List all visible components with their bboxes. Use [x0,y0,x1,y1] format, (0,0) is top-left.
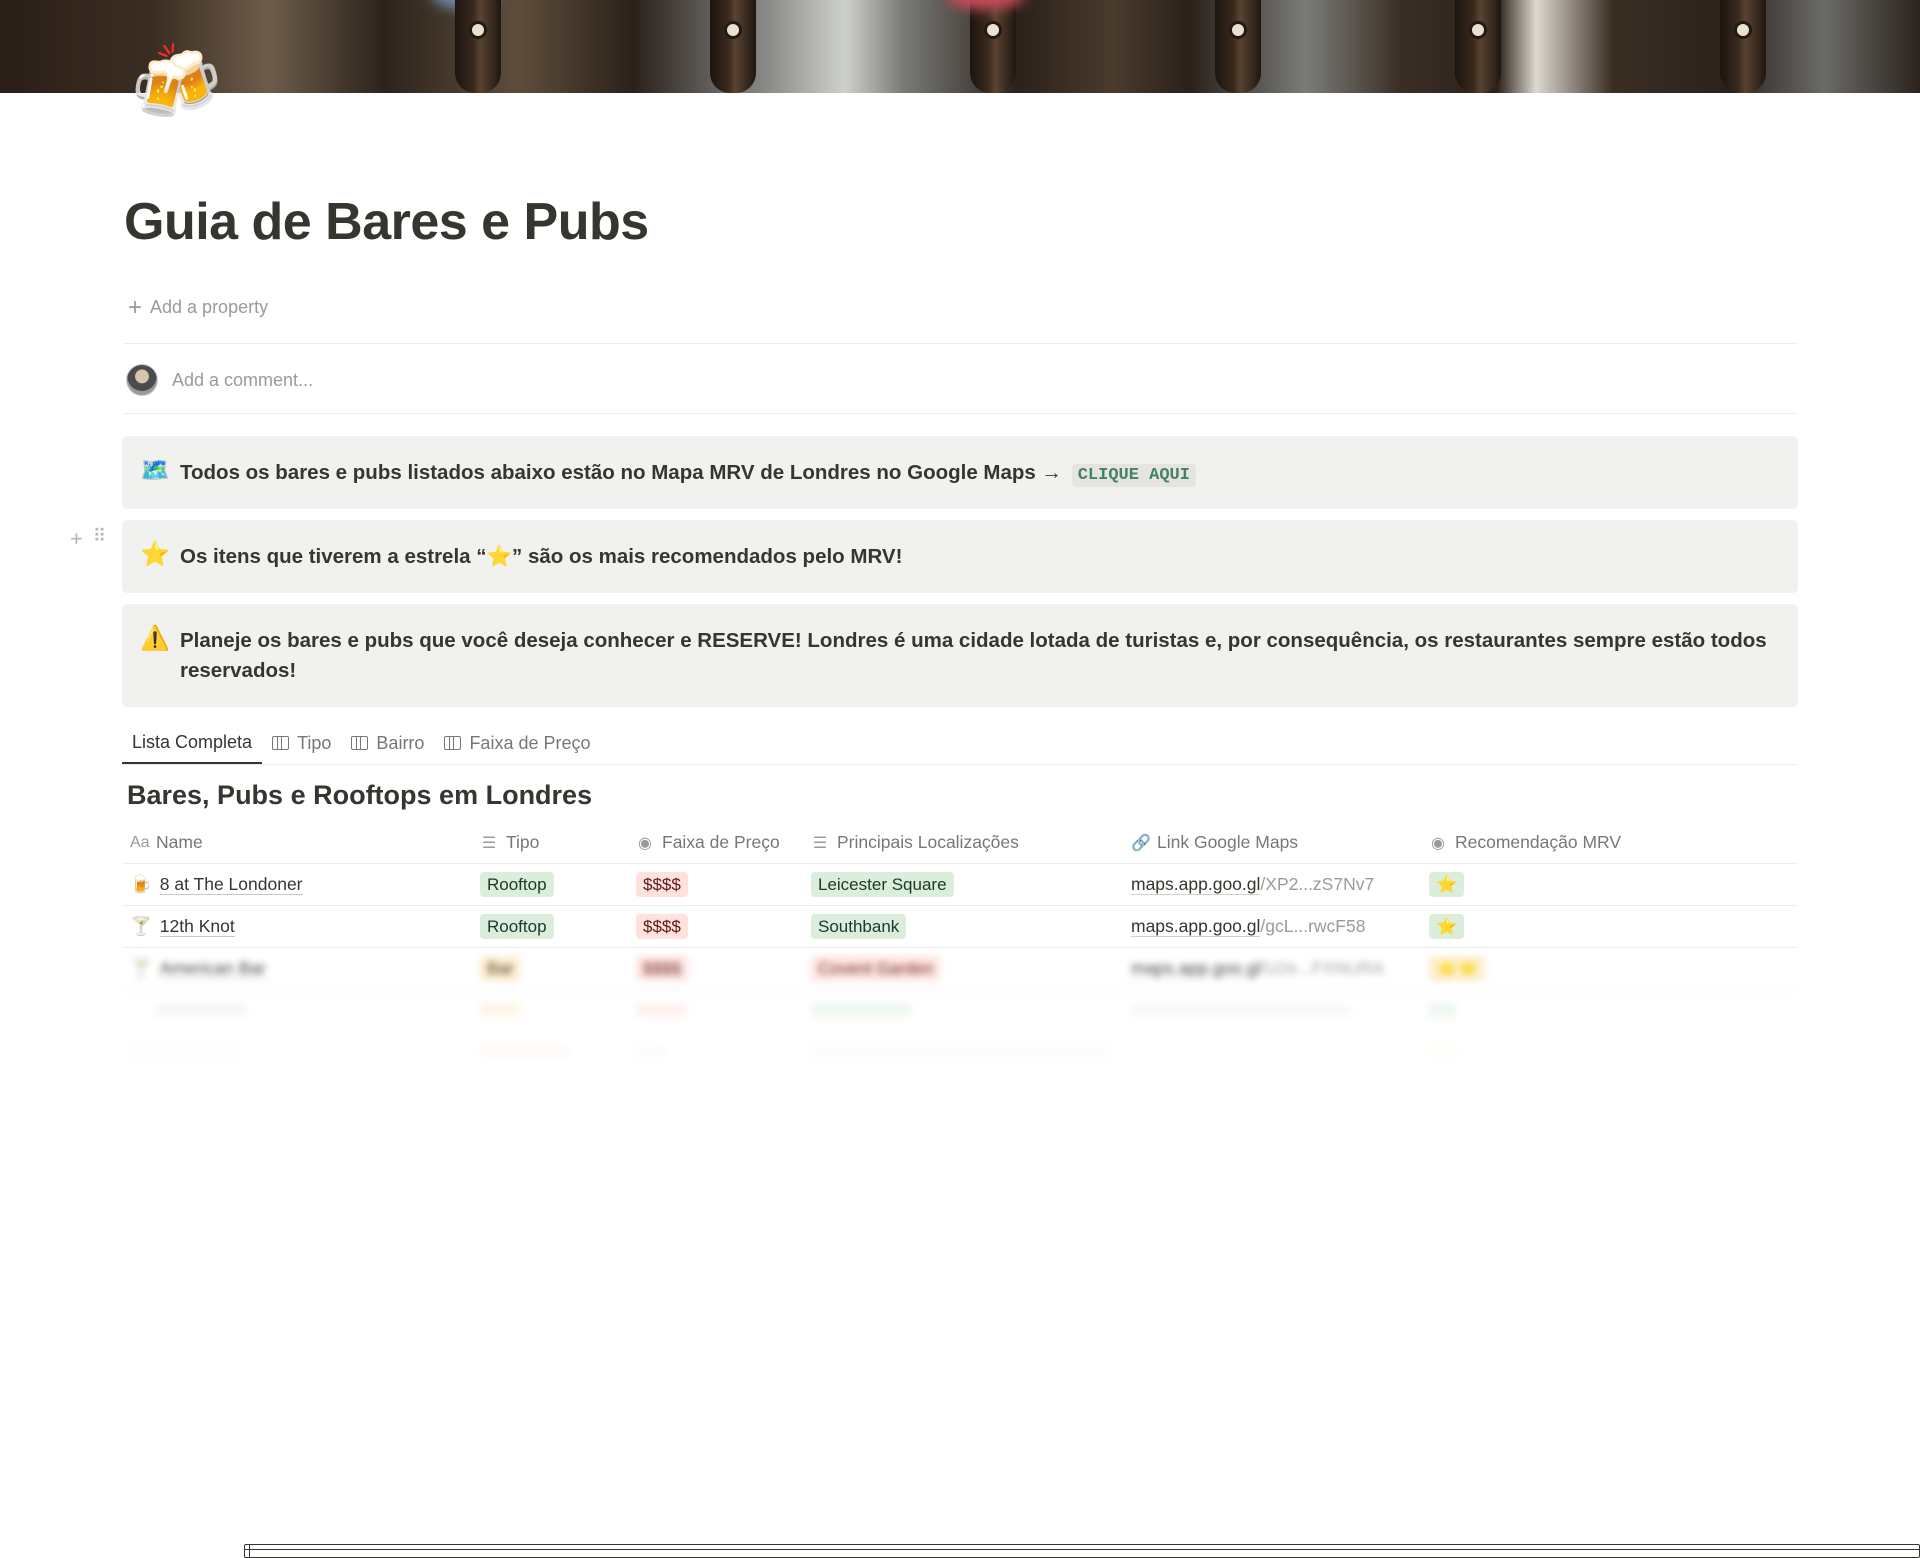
block-handles[interactable]: + ⠿ [70,526,106,552]
column-label: Principais Localizações [837,832,1019,852]
link-path: /gcL...rwcF58 [1260,916,1366,936]
callout-map-text: Todos os bares e pubs listados abaixo es… [180,461,1063,484]
map-icon: 🗺️ [140,457,170,484]
callout-map[interactable]: 🗺️ Todos os bares e pubs listados abaixo… [122,436,1798,509]
tipo-tag: Bar [480,956,521,981]
comment-bar[interactable]: Add a comment... [126,364,313,396]
preco-tag: $$$$ [636,956,688,981]
tab-label: Faixa de Preço [469,732,591,753]
callout-text: Todos os bares e pubs listados abaixo es… [180,458,1196,491]
star-icon: ⭐ [140,541,170,568]
tab-label: Bairro [376,732,425,753]
page-icon[interactable]: 🍻 [130,46,222,120]
bottom-fade [0,980,1920,1080]
column-header-tipo[interactable]: ☰ Tipo [472,822,628,863]
row-name[interactable]: 12th Knot [159,916,235,937]
maps-link[interactable]: maps.app.goo.gl/XP2...zS7Nv7 [1123,864,1421,905]
cocktail-icon: 🍸 [130,916,152,936]
page-cover-image [0,0,1920,93]
add-property-label: Add a property [150,297,269,317]
cocktail-icon: 🍸 [130,958,152,978]
board-icon [444,736,462,750]
location-tag: Southbank [811,914,907,939]
table-header: Aa Name ☰ Tipo ◉ Faixa de Preço ☰ Principais… [122,822,1798,864]
text-property-icon: Aa [130,833,150,851]
cover-tap [1455,0,1501,93]
comment-input[interactable]: Add a comment... [172,370,313,391]
tipo-tag: Rooftop [480,914,554,939]
table-row[interactable]: 🍸 12th Knot Rooftop $$$$ Southbank maps.a… [122,906,1798,948]
warning-icon: ⚠️ [140,625,170,652]
cover-tap [1720,0,1766,93]
select-icon: ◉ [638,834,652,852]
maps-link[interactable]: maps.app.goo.gl/gcL...rwcF58 [1123,906,1421,947]
row-name[interactable]: 8 at The Londoner [159,874,303,895]
link-path: /XP2...zS7Nv7 [1260,874,1375,894]
add-block-icon[interactable]: + [70,526,83,552]
click-here-link[interactable]: CLIQUE AQUI [1071,464,1196,487]
preco-tag: $$$$ [636,914,688,939]
select-icon: ◉ [1431,834,1445,852]
column-header-localizacoes[interactable]: ☰ Principais Localizações [803,822,1123,863]
location-tag: Covent Garden [811,956,941,981]
plus-icon: + [128,293,143,321]
tab-label: Lista Completa [132,731,253,752]
column-label: Recomendação MRV [1455,832,1622,852]
recommendation-tag: ⭐ [1429,872,1465,897]
table-icon [244,1544,1920,1558]
database-title[interactable]: Bares, Pubs e Rooftops em Londres [127,780,592,811]
cover-tap [710,0,756,93]
avatar [126,364,158,396]
column-header-faixa-de-preco[interactable]: ◉ Faixa de Preço [628,822,803,863]
page-title[interactable]: Guia de Bares e Pubs [124,192,649,252]
tab-lista-completa[interactable]: Lista Completa [122,722,1920,1558]
table-row[interactable]: 🍺 8 at The Londoner Rooftop $$$$ Leiceste… [122,864,1798,906]
link-host: maps.app.goo.gl [1131,958,1261,979]
recommendation-tag: ⭐ [1429,914,1465,939]
tab-faixa-de-preco[interactable]: Faixa de Preço [434,722,600,764]
column-header-name[interactable]: Aa Name [122,822,472,863]
callout-star-text: Os itens que tiverem a estrela “⭐” são o… [180,545,903,568]
cover-tap [455,0,501,93]
callout-warning[interactable]: ⚠️ Planeje os bares e pubs que você dese… [122,604,1798,707]
divider [124,413,1798,414]
recommendation-tag: ⭐⭐ [1429,956,1486,981]
tab-bairro[interactable]: Bairro [341,722,434,764]
link-icon: 🔗 [1131,834,1151,852]
location-tag: Leicester Square [811,872,954,897]
callout-star[interactable]: ⭐ Os itens que tiverem a estrela “⭐” são… [122,520,1798,593]
column-label: Name [156,832,203,852]
tab-label: Tipo [297,732,332,753]
column-header-recomendacao[interactable]: ◉ Recomendação MRV [1421,822,1798,863]
tab-tipo[interactable]: Tipo [262,722,341,764]
column-label: Link Google Maps [1157,832,1299,852]
column-label: Faixa de Preço [662,832,780,852]
tipo-tag: Rooftop [480,872,554,897]
multi-select-icon: ☰ [812,834,828,852]
board-icon [351,736,369,750]
column-header-link[interactable]: 🔗 Link Google Maps [1123,822,1421,863]
link-host: maps.app.goo.gl [1131,916,1261,937]
add-property-button[interactable]: + Add a property [128,293,269,321]
link-path: /U2e...FXNURA [1260,958,1384,978]
preco-tag: $$$$ [636,872,688,897]
cover-tap [1215,0,1261,93]
column-label: Tipo [506,832,540,852]
drag-handle-icon[interactable]: ⠿ [93,526,106,552]
multi-select-icon: ☰ [481,834,497,852]
row-name[interactable]: American Bar [159,958,266,979]
beer-icon: 🍺 [130,874,152,894]
cover-tap [970,0,1016,93]
board-icon [272,736,290,750]
database-view-tabs: Lista Completa Tipo Bairro Faixa de Preç… [122,722,1920,1558]
link-host: maps.app.goo.gl [1131,874,1261,895]
callout-warning-text: Planeje os bares e pubs que você deseja … [180,629,1767,682]
divider [124,343,1798,344]
